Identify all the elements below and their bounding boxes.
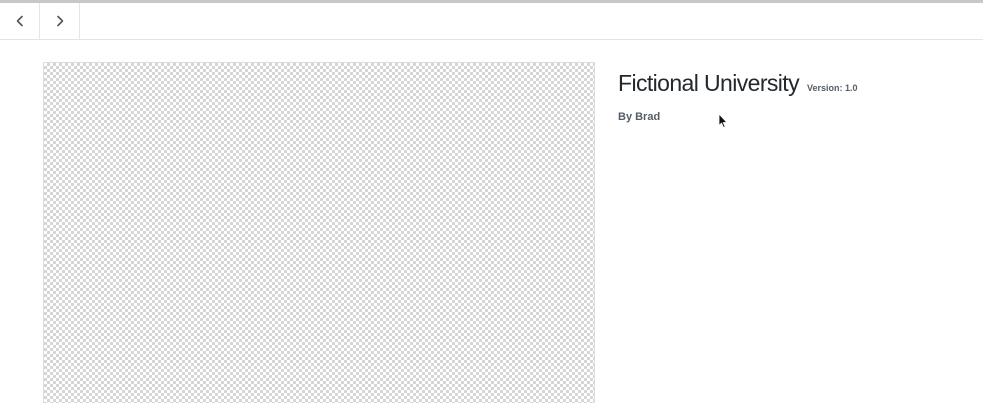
previous-theme-button[interactable] bbox=[0, 3, 40, 39]
chevron-right-icon bbox=[56, 15, 63, 27]
theme-screenshot-placeholder bbox=[43, 62, 595, 403]
theme-info: Fictional University Version: 1.0 By Bra… bbox=[618, 70, 958, 123]
theme-author: By Brad bbox=[618, 111, 661, 123]
chevron-left-icon bbox=[16, 15, 23, 27]
mouse-pointer-icon bbox=[718, 113, 728, 128]
theme-name-row: Fictional University Version: 1.0 bbox=[618, 70, 958, 97]
theme-version: Version: 1.0 bbox=[807, 83, 858, 93]
theme-name: Fictional University bbox=[618, 70, 800, 96]
theme-nav-bar bbox=[0, 3, 983, 40]
next-theme-button[interactable] bbox=[40, 3, 80, 39]
